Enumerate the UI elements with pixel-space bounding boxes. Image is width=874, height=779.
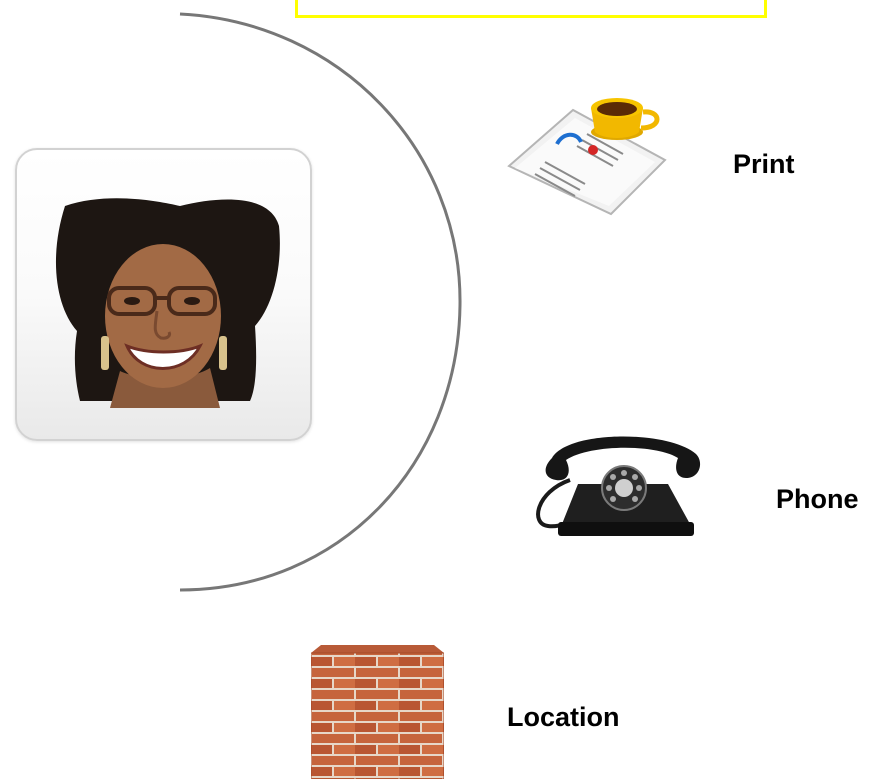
print-label: Print (733, 149, 795, 179)
location-label: Location (507, 702, 620, 732)
woman-portrait (55, 198, 280, 408)
phone-label: Phone (776, 484, 859, 514)
newspaper-coffee-icon (505, 88, 675, 216)
channel-diagram: Print Phone Location (0, 0, 874, 779)
person-card (15, 148, 312, 441)
brick-wall-icon (311, 645, 444, 779)
rotary-telephone-icon (528, 428, 714, 546)
